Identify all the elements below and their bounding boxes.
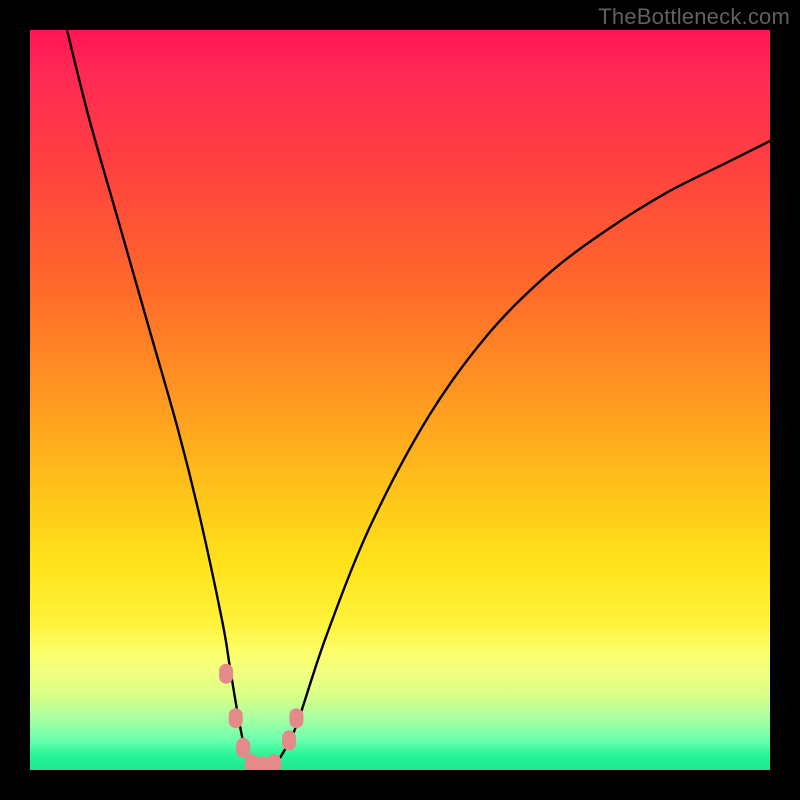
highlight-dot	[289, 708, 303, 728]
highlight-dot	[229, 708, 243, 728]
curve-layer	[30, 30, 770, 770]
highlight-dots	[219, 664, 303, 770]
highlight-dot	[219, 664, 233, 684]
watermark-text: TheBottleneck.com	[598, 4, 790, 30]
highlight-dot	[282, 730, 296, 750]
plot-area	[30, 30, 770, 770]
highlight-dot	[267, 754, 281, 770]
highlight-dot	[236, 738, 250, 758]
chart-frame: TheBottleneck.com	[0, 0, 800, 800]
bottleneck-curve	[67, 30, 770, 769]
